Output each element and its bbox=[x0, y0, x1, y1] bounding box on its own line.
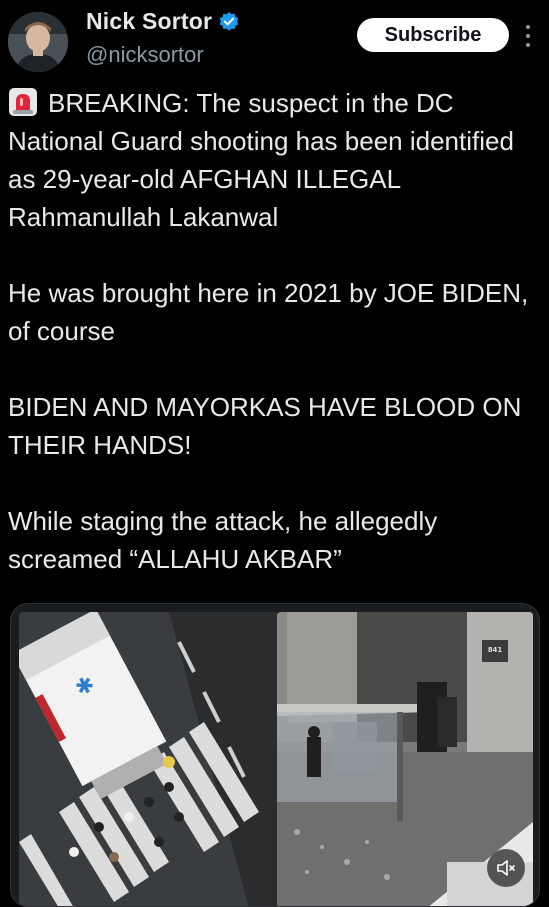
tweet-header: Nick Sortor @nicksortor Subscribe bbox=[0, 0, 549, 84]
tweet-paragraph-text: BREAKING: The suspect in the DC National… bbox=[8, 88, 514, 232]
user-handle[interactable]: @nicksortor bbox=[86, 42, 204, 68]
name-row: Nick Sortor bbox=[86, 8, 240, 35]
building-number: 841 bbox=[488, 646, 503, 654]
more-vertical-icon[interactable] bbox=[520, 22, 536, 50]
avatar[interactable] bbox=[8, 12, 68, 72]
tweet-body: BREAKING: The suspect in the DC National… bbox=[8, 84, 538, 578]
tweet-paragraph: BIDEN AND MAYORKAS HAVE BLOOD ON THEIR H… bbox=[8, 392, 522, 460]
volume-muted-icon[interactable] bbox=[487, 849, 525, 887]
tweet-paragraph: He was brought here in 2021 by JOE BIDEN… bbox=[8, 278, 529, 346]
media-container[interactable]: ✱ 841 bbox=[10, 603, 540, 907]
aerial-photo[interactable]: ✱ bbox=[19, 612, 279, 906]
subscribe-button[interactable]: Subscribe bbox=[357, 18, 509, 52]
police-siren-icon bbox=[9, 88, 37, 116]
verified-badge-icon bbox=[219, 11, 239, 31]
tweet-paragraph: BREAKING: The suspect in the DC National… bbox=[8, 84, 538, 236]
display-name[interactable]: Nick Sortor bbox=[86, 8, 212, 35]
tweet-paragraph: While staging the attack, he allegedly s… bbox=[8, 506, 438, 574]
